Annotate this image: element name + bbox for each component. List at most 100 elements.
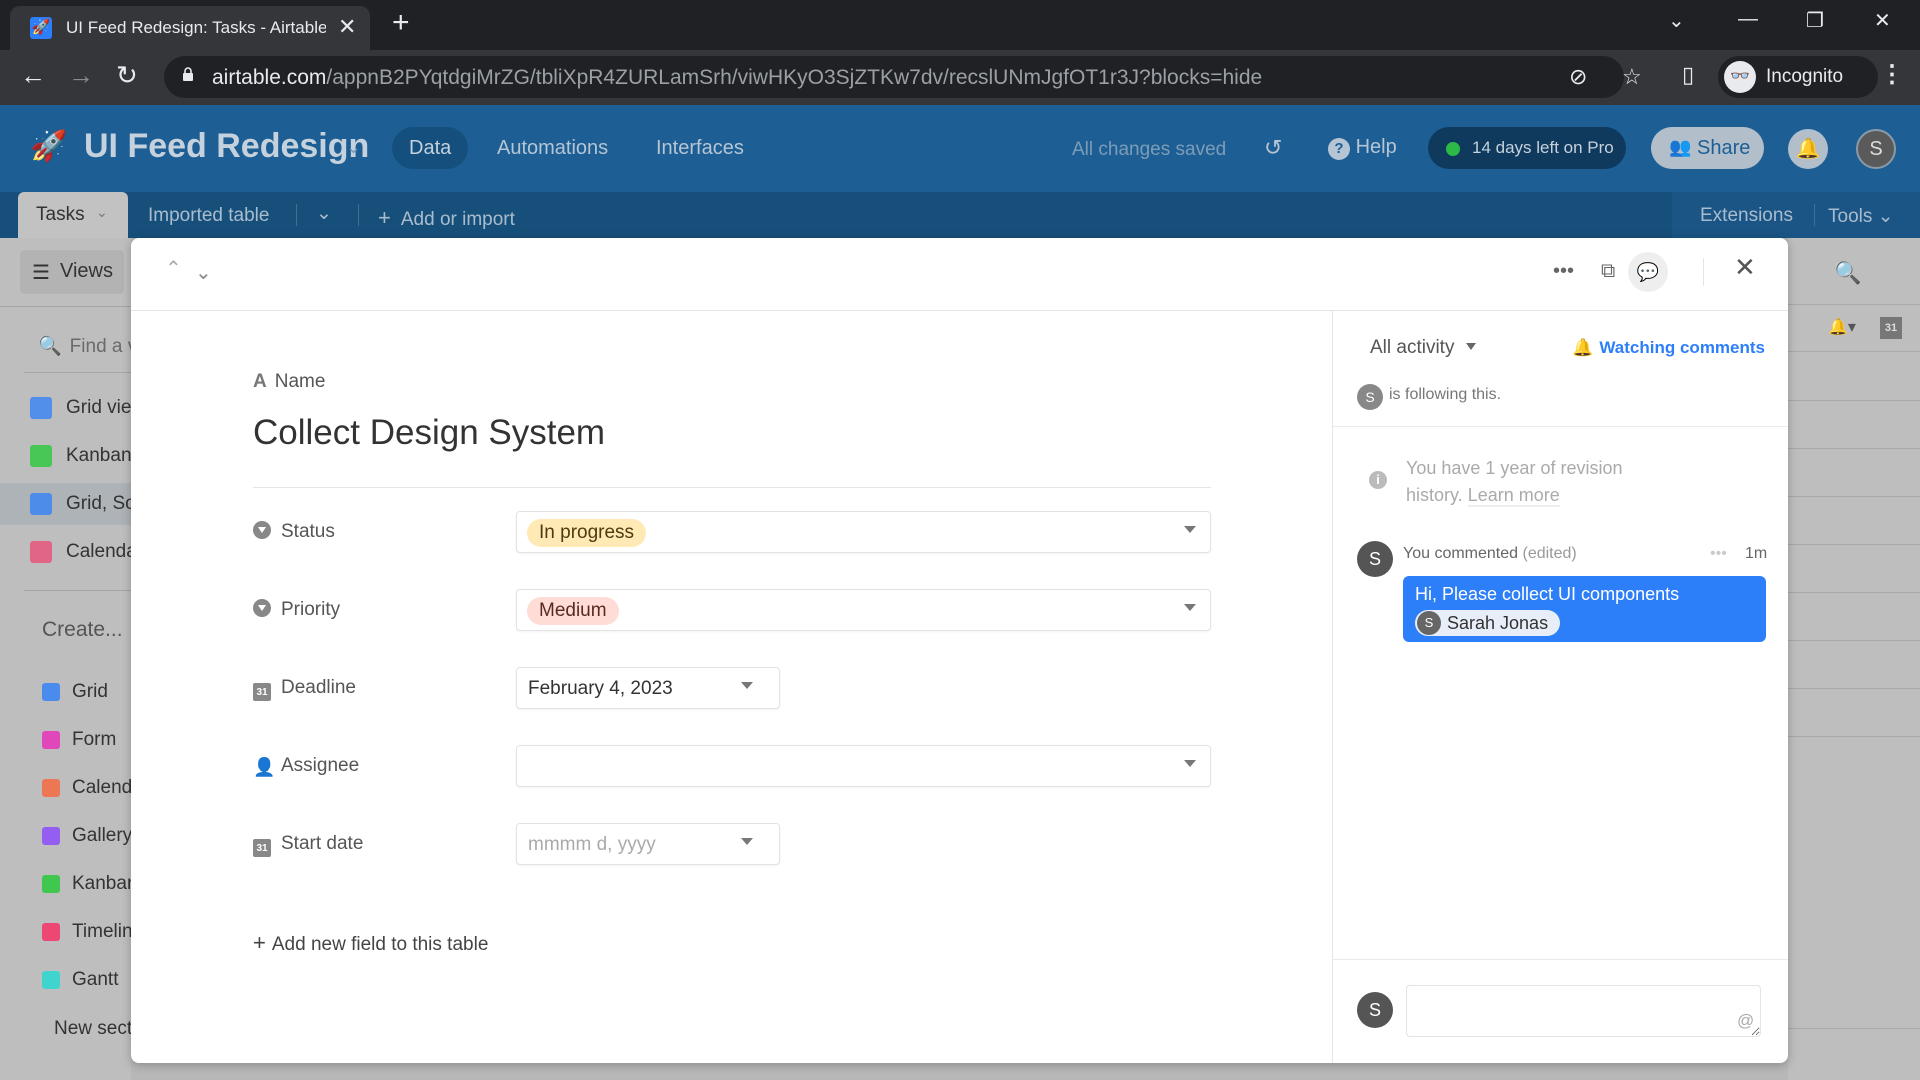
nav-interfaces[interactable]: Interfaces [656,137,744,160]
watching-comments-toggle[interactable]: 🔔 Watching comments [1572,338,1765,358]
history-icon[interactable]: ↺ [1264,135,1282,161]
start-date-input[interactable]: mmmm d, yyyy [516,823,780,865]
profile-button[interactable]: 👓 Incognito [1718,56,1878,98]
share-button[interactable]: 👥 Share [1651,127,1764,169]
airtable-favicon-icon: 🚀 [30,17,52,39]
base-title[interactable]: UI Feed Redesign [84,127,369,166]
table-tab-imported[interactable]: Imported table [148,205,269,227]
new-tab-button[interactable]: + [392,6,410,40]
create-gantt[interactable]: Gantt [0,960,131,1000]
expand-record-icon[interactable]: ⧉ [1601,260,1615,283]
more-options-icon[interactable]: ••• [1553,260,1574,283]
grid-row-divider [1788,640,1920,641]
tab-close-icon[interactable]: ✕ [338,14,356,40]
dropdown-caret-icon [1184,604,1196,611]
help-label: Help [1355,136,1397,158]
address-bar[interactable]: airtable.com/appnB2PYqtdgiMrZG/tbliXpR4Z… [164,56,1642,98]
comment-options-icon[interactable]: ••• [1710,545,1727,563]
reload-button[interactable]: ↻ [116,60,138,91]
person-icon: 👤 [253,757,276,777]
more-tables-chevron-icon[interactable]: ⌄ [316,202,332,225]
maximize-button[interactable]: ❐ [1806,8,1824,33]
priority-field-label: Priority [253,599,340,621]
add-field-button[interactable]: + Add new field to this table [253,930,488,956]
view-item-grid-sorted[interactable]: Grid, Sorted [0,483,131,525]
side-panel-icon[interactable]: ▯ [1682,62,1694,88]
extensions-button[interactable]: Extensions [1700,205,1793,227]
table-tab-tasks[interactable]: Tasks ⌄ [18,192,128,238]
deadline-date-input[interactable]: February 4, 2023 [516,667,780,709]
incognito-icon: 👓 [1724,61,1756,93]
views-toggle-button[interactable]: ☰ Views [20,250,124,294]
add-or-import-button[interactable]: + Add or import [378,205,515,231]
background-grid: 🔍 🔔▾ 31 [1788,238,1920,1080]
tab-search-icon[interactable]: ⌄ [1668,8,1685,33]
help-button[interactable]: ? Help [1328,136,1397,160]
grid-row-divider [1788,400,1920,401]
comment-input[interactable] [1406,985,1761,1037]
eye-off-icon[interactable]: ⊘ [1569,64,1587,90]
profile-label: Incognito [1766,66,1844,87]
create-grid[interactable]: Grid [0,672,131,712]
plus-icon: + [253,930,266,955]
previous-record-chevron-up-icon[interactable]: ⌃ [165,256,182,281]
activity-filter-dropdown[interactable]: All activity [1370,337,1477,359]
next-record-chevron-down-icon[interactable]: ⌄ [195,260,212,285]
priority-select[interactable]: Medium [516,589,1211,631]
mention-at-icon[interactable]: @ [1737,1011,1754,1031]
browser-tab[interactable]: 🚀 UI Feed Redesign: Tasks - Airtable ✕ [10,6,370,50]
notification-bell-icon[interactable]: 🔔▾ [1828,317,1856,337]
hamburger-icon: ☰ [32,262,50,284]
views-label: Views [60,260,113,282]
plus-icon: + [378,205,391,230]
calendar-field-icon: 31 [1880,317,1902,339]
back-button[interactable]: ← [20,60,46,91]
learn-more-link[interactable]: Learn more [1467,485,1560,507]
status-select[interactable]: In progress [516,511,1211,553]
create-timeline[interactable]: Timeline [0,912,131,952]
views-sidebar: ☰ Views 🔍Find a view Grid view Kanban Gr… [0,238,166,1080]
user-mention[interactable]: S Sarah Jonas [1415,610,1561,636]
trial-badge[interactable]: 14 days left on Pro [1428,127,1626,169]
save-status: All changes saved [1072,139,1227,160]
view-item-calendar[interactable]: Calendar [0,531,131,573]
window-close-button[interactable]: ✕ [1874,8,1891,33]
minimize-button[interactable]: — [1738,8,1758,31]
assignee-select[interactable] [516,745,1211,787]
close-icon[interactable]: ✕ [1734,252,1756,283]
activity-panel: All activity 🔔 Watching comments S is fol… [1332,311,1788,1063]
grid-row-divider [1788,1028,1920,1029]
status-chip: In progress [527,519,647,547]
current-user-avatar: S [1357,992,1393,1028]
create-kanban[interactable]: Kanban [0,864,131,904]
create-calendar[interactable]: Calendar [0,768,131,808]
comment-text: Hi, Please collect UI components [1415,584,1680,604]
dropdown-caret-icon [741,838,753,845]
comments-toggle-icon[interactable]: 💬 [1628,252,1668,292]
bookmark-star-icon[interactable]: ☆ [1622,64,1642,90]
dropdown-caret-icon [1466,343,1477,350]
search-icon[interactable]: 🔍 [1834,260,1861,286]
rocket-base-icon: 🚀 [30,130,68,163]
info-icon: i [1369,471,1387,489]
view-item-grid-view[interactable]: Grid view [0,387,131,429]
assignee-field-label: 👤 Assignee [253,755,360,777]
tab-title: UI Feed Redesign: Tasks - Airtable [66,18,326,37]
gantt-icon [42,971,60,989]
dropdown-caret-icon [741,682,753,689]
browser-menu-icon[interactable]: ⋮ [1880,60,1904,89]
record-fields: A Name Collect Design System Status In pr… [131,311,1332,1063]
nav-data[interactable]: Data [392,127,469,169]
divider [1703,258,1704,286]
record-title[interactable]: Collect Design System [253,413,605,453]
forward-button[interactable]: → [68,60,94,91]
chevron-down-icon[interactable]: ⌄ [346,137,361,158]
create-gallery[interactable]: Gallery [0,816,131,856]
notifications-bell-icon[interactable]: 🔔 [1788,129,1828,169]
nav-automations[interactable]: Automations [497,137,608,160]
tools-button[interactable]: Tools ⌄ [1828,205,1894,228]
user-avatar[interactable]: S [1856,129,1896,169]
view-item-kanban[interactable]: Kanban [0,435,131,477]
divider [0,306,131,307]
create-form[interactable]: Form [0,720,131,760]
